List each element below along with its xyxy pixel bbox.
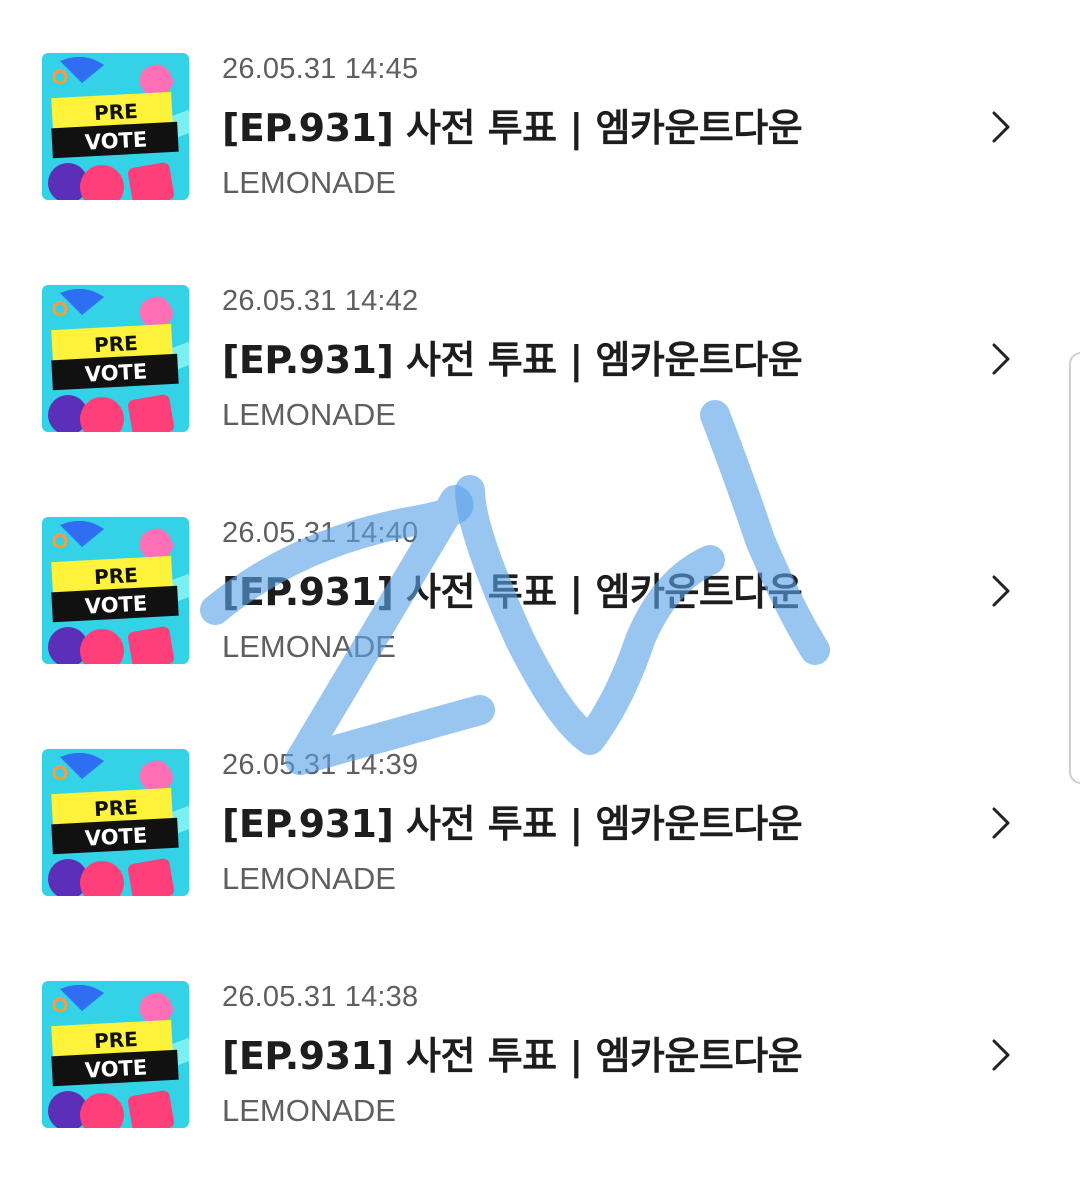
chevron-right-icon[interactable]: [986, 341, 1016, 377]
item-date: 26.05.31 14:38: [222, 981, 419, 1013]
item-title: [EP.931] 사전 투표 | 엠카운트다운: [222, 338, 803, 382]
thumb-pre-text: PRE: [93, 795, 138, 821]
pre-vote-thumbnail: PRE VOTE: [42, 749, 189, 896]
item-artist: LEMONADE: [222, 1093, 396, 1128]
list-item[interactable]: PRE VOTE 26.05.31 14:38 [EP.931] 사전 투표 |…: [0, 981, 1060, 1131]
thumb-pre-text: PRE: [93, 331, 138, 357]
item-artist: LEMONADE: [222, 629, 396, 664]
thumb-vote-text: VOTE: [84, 591, 148, 618]
item-date: 26.05.31 14:40: [222, 517, 419, 549]
thumb-vote-text: VOTE: [84, 1055, 148, 1082]
scroll-handle[interactable]: [1069, 352, 1080, 784]
thumb-pre-text: PRE: [93, 1027, 138, 1053]
pre-vote-thumbnail: PRE VOTE: [42, 285, 189, 432]
item-title: [EP.931] 사전 투표 | 엠카운트다운: [222, 570, 803, 614]
item-title: [EP.931] 사전 투표 | 엠카운트다운: [222, 802, 803, 846]
item-date: 26.05.31 14:42: [222, 285, 419, 317]
thumb-pre-text: PRE: [93, 99, 138, 125]
chevron-right-icon[interactable]: [986, 1037, 1016, 1073]
list-item[interactable]: PRE VOTE 26.05.31 14:42 [EP.931] 사전 투표 |…: [0, 285, 1060, 435]
list-item[interactable]: PRE VOTE 26.05.31 14:45 [EP.931] 사전 투표 |…: [0, 53, 1060, 203]
chevron-right-icon[interactable]: [986, 573, 1016, 609]
item-title: [EP.931] 사전 투표 | 엠카운트다운: [222, 1034, 803, 1078]
list-item[interactable]: PRE VOTE 26.05.31 14:39 [EP.931] 사전 투표 |…: [0, 749, 1060, 899]
item-artist: LEMONADE: [222, 861, 396, 896]
item-date: 26.05.31 14:45: [222, 53, 419, 85]
item-title: [EP.931] 사전 투표 | 엠카운트다운: [222, 106, 803, 150]
list-item[interactable]: PRE VOTE 26.05.31 14:40 [EP.931] 사전 투표 |…: [0, 517, 1060, 667]
pre-vote-thumbnail: PRE VOTE: [42, 981, 189, 1128]
item-artist: LEMONADE: [222, 397, 396, 432]
chevron-right-icon[interactable]: [986, 805, 1016, 841]
thumb-vote-text: VOTE: [84, 823, 148, 850]
item-artist: LEMONADE: [222, 165, 396, 200]
thumb-vote-text: VOTE: [84, 359, 148, 386]
thumb-vote-text: VOTE: [84, 127, 148, 154]
pre-vote-thumbnail: PRE VOTE: [42, 53, 189, 200]
item-date: 26.05.31 14:39: [222, 749, 419, 781]
chevron-right-icon[interactable]: [986, 109, 1016, 145]
pre-vote-thumbnail: PRE VOTE: [42, 517, 189, 664]
thumb-pre-text: PRE: [93, 563, 138, 589]
